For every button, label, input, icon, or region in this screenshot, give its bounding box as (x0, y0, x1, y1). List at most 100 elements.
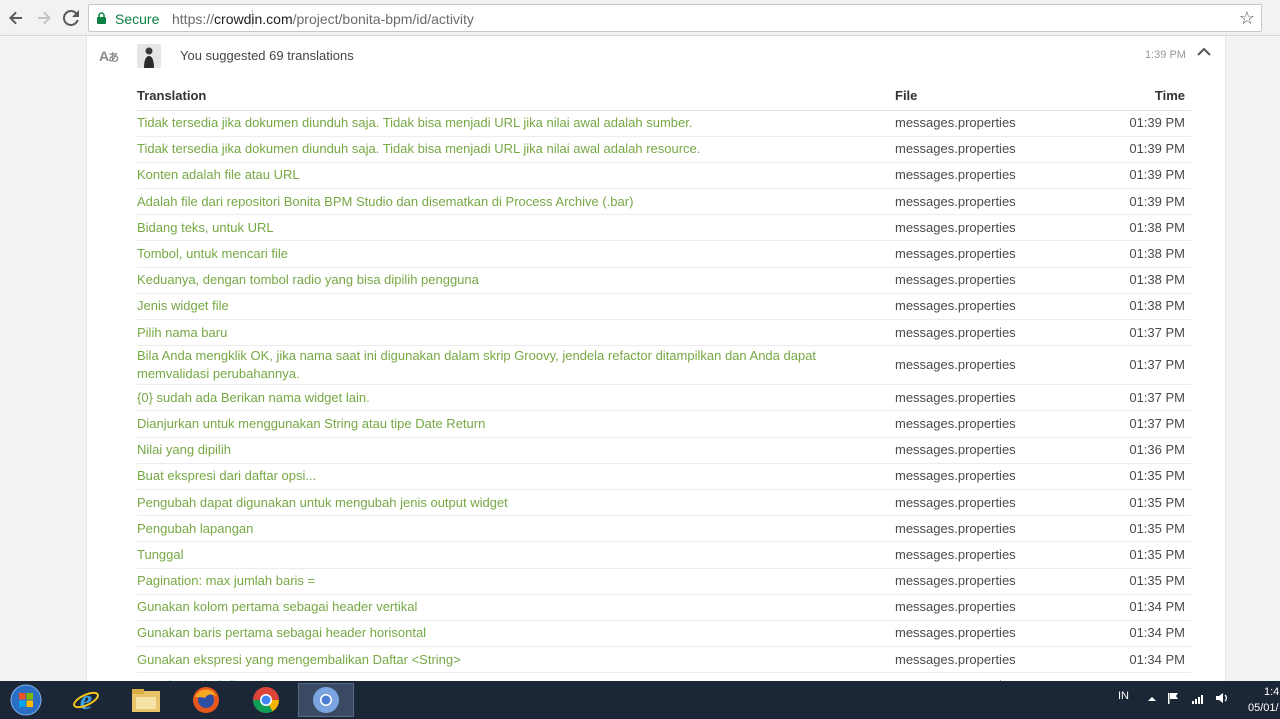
table-row: Gunakan baris pertama sebagai header hor… (137, 620, 1191, 648)
table-row: Nilai yang dipilih messages.properties 01:… (137, 437, 1191, 464)
svg-text:e: e (80, 685, 92, 715)
speaker-icon (1216, 693, 1223, 703)
translation-link[interactable]: Gunakan ekspresi yang mengembalikan Daft… (137, 646, 895, 674)
row-time: 01:39 PM (1095, 136, 1191, 163)
file-name: messages.properties (895, 240, 1095, 268)
translation-link[interactable]: Tidak tersedia jika dokumen diunduh saja… (137, 110, 895, 137)
ie-icon[interactable]: e (58, 683, 114, 717)
table-row: Pagination: max jumlah baris = messages.p… (137, 568, 1191, 595)
row-time: 01:39 PM (1095, 162, 1191, 190)
file-name: messages.properties (895, 188, 1095, 216)
translation-link[interactable]: Adalah file dari repositori Bonita BPM S… (137, 188, 895, 216)
address-bar[interactable]: Secure https://crowdin.com/project/bonit… (88, 4, 1262, 32)
table-body: Tidak tersedia jika dokumen diunduh saja… (137, 110, 1191, 681)
file-name: messages.properties (895, 594, 1095, 621)
row-time: 01:38 PM (1095, 214, 1191, 242)
row-time: 01:34 PM (1095, 620, 1191, 648)
translation-link[interactable]: Gunakan baris pertama sebagai header hor… (137, 620, 895, 648)
table-row: Jenis widget file messages.properties 01:3… (137, 293, 1191, 321)
row-time: 01:35 PM (1095, 515, 1191, 543)
table-row: Adalah file dari repositori Bonita BPM S… (137, 188, 1191, 216)
translation-link[interactable]: {0} sudah ada Berikan nama widget lain. (137, 384, 895, 412)
table-row: Pilih nama baru messages.properties 01:37 … (137, 319, 1191, 347)
star-icon[interactable]: ☆ (1239, 8, 1255, 29)
reload-icon[interactable] (59, 6, 83, 30)
translation-link[interactable]: Pagination: max jumlah baris = (137, 568, 895, 595)
file-name: messages.properties (895, 672, 1095, 681)
clock-time: 1:4 (1264, 686, 1280, 698)
row-time: 01:35 PM (1095, 489, 1191, 517)
table-row: Pengubah lapangan messages.properties 01:3… (137, 515, 1191, 543)
file-name: messages.properties (895, 568, 1095, 595)
row-time: 01:38 PM (1095, 240, 1191, 268)
table-row: Gunakan tabel dinamis...messages.propert… (137, 672, 1191, 681)
url-scheme: https:// (172, 11, 215, 27)
row-time: 01:37 PM (1095, 345, 1191, 386)
row-time: 01:34 PM (1095, 594, 1191, 621)
back-arrow-icon[interactable] (4, 6, 28, 30)
translation-link[interactable]: Nilai yang dipilih (137, 437, 895, 464)
activity-summary: You suggested 69 translations (180, 48, 354, 63)
translation-link[interactable]: Bila Anda mengklik OK, jika nama saat in… (137, 345, 895, 386)
lock-icon (97, 12, 106, 24)
file-name: messages.properties (895, 293, 1095, 321)
start-icon[interactable] (0, 683, 52, 717)
row-time: 01:34 PM (1095, 646, 1191, 674)
translations-table: Translation File Time Tidak tersedia jik… (137, 82, 1191, 681)
file-name: messages.properties (895, 319, 1095, 347)
row-time: 01:35 PM (1095, 463, 1191, 490)
translation-link[interactable]: Konten adalah file atau URL (137, 162, 895, 190)
table-row: Bila Anda mengklik OK, jika nama saat in… (137, 345, 1191, 386)
table-row: Bidang teks, untuk URL messages.propertie… (137, 214, 1191, 242)
forward-arrow-icon[interactable] (32, 6, 56, 30)
row-time: 01:36 PM (1095, 437, 1191, 464)
row-time: 01:37 PM (1095, 410, 1191, 438)
chrome-icon (313, 687, 339, 713)
firefox-icon[interactable] (178, 683, 234, 717)
translation-link[interactable]: Pilih nama baru (137, 319, 895, 347)
language-indicator[interactable]: IN (1118, 690, 1129, 702)
signal-icon (1192, 695, 1203, 704)
table-header-row: Translation File Time (137, 82, 1191, 111)
chevron-up-icon[interactable] (1197, 44, 1211, 61)
clock-date: 05/01/ (1248, 702, 1279, 714)
column-header-time: Time (1095, 82, 1191, 111)
file-name: messages.properties (895, 437, 1095, 464)
table-row: Tidak tersedia jika dokumen diunduh saja… (137, 110, 1191, 137)
avatar[interactable] (137, 44, 161, 68)
explorer-icon[interactable] (118, 683, 174, 717)
table-row: Buat ekspresi dari daftar opsi... message… (137, 463, 1191, 490)
translation-link[interactable]: Pengubah lapangan (137, 515, 895, 543)
row-time: 01:35 PM (1095, 568, 1191, 595)
clock[interactable]: 1:4 05/01/ (1248, 684, 1280, 716)
translation-link[interactable]: Keduanya, dengan tombol radio yang bisa … (137, 267, 895, 294)
translation-link[interactable]: Jenis widget file (137, 293, 895, 321)
url-path: /project/bonita-bpm/id/activity (292, 11, 474, 27)
flag-icon (1170, 693, 1178, 699)
row-time: 01:39 PM (1095, 110, 1191, 137)
file-name: messages.properties (895, 646, 1095, 674)
table-row: Tombol, untuk mencari file messages.prope… (137, 240, 1191, 268)
row-time: 01:38 PM (1095, 293, 1191, 321)
translation-link[interactable]: Tunggal (137, 541, 895, 569)
translation-link[interactable]: Gunakan kolom pertama sebagai header ver… (137, 594, 895, 621)
translation-link[interactable]: Tombol, untuk mencari file (137, 240, 895, 268)
translation-link[interactable]: Dianjurkan untuk menggunakan String atau… (137, 410, 895, 438)
translation-link[interactable]: Bidang teks, untuk URL (137, 214, 895, 242)
file-name: messages.properties (895, 515, 1095, 543)
translation-link[interactable]: Pengubah dapat digunakan untuk mengubah … (137, 489, 895, 517)
translation-link[interactable]: Gunakan tabel dinamis... (137, 672, 895, 681)
translation-link[interactable]: Buat ekspresi dari daftar opsi... (137, 463, 895, 490)
file-name: messages.properties (895, 620, 1095, 648)
row-time: 01:34 PM (1095, 672, 1191, 681)
file-name: messages.properties (895, 410, 1095, 438)
browser-toolbar: Secure https://crowdin.com/project/bonit… (0, 0, 1280, 36)
translation-link[interactable]: Tidak tersedia jika dokumen diunduh saja… (137, 136, 895, 163)
file-name: messages.properties (895, 136, 1095, 163)
chrome-icon[interactable] (238, 683, 294, 717)
table-row: Tidak tersedia jika dokumen diunduh saja… (137, 136, 1191, 163)
translate-icon: Aあ (99, 48, 119, 64)
url-host: crowdin.com (214, 11, 293, 27)
row-time: 01:37 PM (1095, 384, 1191, 412)
chrome-active-window[interactable] (298, 683, 354, 717)
